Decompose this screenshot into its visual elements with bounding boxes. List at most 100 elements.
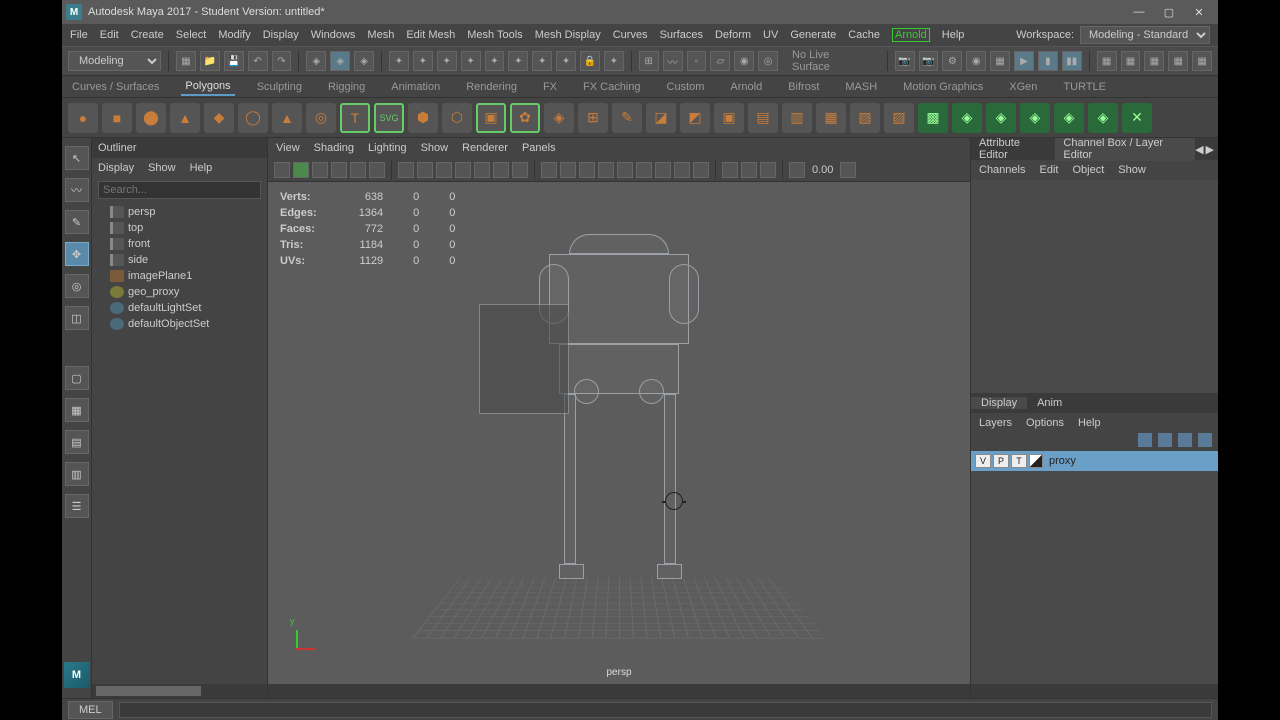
menu-help[interactable]: Help [942, 29, 965, 41]
poly-sphere-button[interactable]: ● [68, 103, 98, 133]
menu-mesh[interactable]: Mesh [367, 29, 394, 41]
sculpt4-button[interactable]: ◈ [1054, 103, 1084, 133]
tab-rigging[interactable]: Rigging [324, 79, 369, 95]
toggle-panel1-button[interactable]: ▦ [1097, 51, 1117, 71]
vp-lights-button[interactable] [598, 162, 614, 178]
tab-channel-box[interactable]: Channel Box / Layer Editor [1055, 138, 1195, 161]
tab-prev-icon[interactable]: ◀ [1195, 143, 1203, 156]
vp-exposure-button[interactable] [789, 162, 805, 178]
highlight-button[interactable]: ✦ [604, 51, 624, 71]
sculpt3-button[interactable]: ◈ [1020, 103, 1050, 133]
outliner-menu-display[interactable]: Display [98, 162, 134, 174]
layout-two-button[interactable]: ▤ [65, 430, 89, 454]
toggle-panel5-button[interactable]: ▦ [1192, 51, 1212, 71]
workspace-selector[interactable]: Modeling - Standard [1080, 26, 1210, 44]
close-button[interactable]: ✕ [1184, 2, 1214, 22]
tab-polygons[interactable]: Polygons [181, 78, 234, 96]
tab-next-icon[interactable]: ▶ [1206, 143, 1214, 156]
vp-shaded-button[interactable] [560, 162, 576, 178]
outliner-node-imageplane[interactable]: imagePlane1 [92, 268, 267, 284]
render-view-button[interactable]: ▦ [990, 51, 1010, 71]
tab-motiongraphics[interactable]: Motion Graphics [899, 79, 987, 95]
mask-surface-button[interactable]: ✦ [461, 51, 481, 71]
poly-svg-button[interactable]: SVG [374, 103, 404, 133]
ch-menu-channels[interactable]: Channels [979, 164, 1025, 176]
outliner-menu-help[interactable]: Help [190, 162, 213, 174]
sculpt2-button[interactable]: ◈ [986, 103, 1016, 133]
tab-display-layers[interactable]: Display [971, 397, 1027, 409]
new-scene-button[interactable]: ▦ [176, 51, 196, 71]
hypershade-button[interactable]: ◉ [966, 51, 986, 71]
poly-torus-button[interactable]: ◯ [238, 103, 268, 133]
vp-ao-button[interactable] [636, 162, 652, 178]
menu-meshtools[interactable]: Mesh Tools [467, 29, 522, 41]
redo-button[interactable]: ↷ [272, 51, 292, 71]
select-tool[interactable]: ↖ [65, 146, 89, 170]
menu-select[interactable]: Select [176, 29, 207, 41]
menu-editmesh[interactable]: Edit Mesh [406, 29, 455, 41]
mask-deform-button[interactable]: ✦ [485, 51, 505, 71]
script-language-toggle[interactable]: MEL [68, 701, 113, 719]
ch-menu-edit[interactable]: Edit [1039, 164, 1058, 176]
snap-point-button[interactable]: ◦ [687, 51, 707, 71]
extrude-button[interactable]: ▣ [714, 103, 744, 133]
separate-button[interactable]: ✎ [612, 103, 642, 133]
minimize-button[interactable]: — [1124, 2, 1154, 22]
tab-fxcaching[interactable]: FX Caching [579, 79, 644, 95]
insert-edge-button[interactable]: ▨ [884, 103, 914, 133]
render-settings-button[interactable]: ⚙ [942, 51, 962, 71]
rotate-tool[interactable]: ◎ [65, 274, 89, 298]
outliner-node-lightset[interactable]: defaultLightSet [92, 300, 267, 316]
menu-meshdisplay[interactable]: Mesh Display [535, 29, 601, 41]
vp-wireframe-button[interactable] [541, 162, 557, 178]
vp-field-chart-button[interactable] [474, 162, 490, 178]
move-layer-up-button[interactable] [1138, 433, 1152, 447]
menu-create[interactable]: Create [131, 29, 164, 41]
tab-attribute-editor[interactable]: Attribute Editor [971, 138, 1055, 161]
menu-modify[interactable]: Modify [218, 29, 250, 41]
toggle-panel4-button[interactable]: ▦ [1168, 51, 1188, 71]
outliner-scrollbar[interactable] [92, 684, 267, 698]
tab-rendering[interactable]: Rendering [462, 79, 521, 95]
select-hierarchy-button[interactable]: ◈ [306, 51, 326, 71]
menu-edit[interactable]: Edit [100, 29, 119, 41]
vp-bookmark-button[interactable] [312, 162, 328, 178]
vp-film-gate-button[interactable] [417, 162, 433, 178]
ch-menu-object[interactable]: Object [1072, 164, 1104, 176]
poly-cylinder-button[interactable]: ⬤ [136, 103, 166, 133]
tab-custom[interactable]: Custom [663, 79, 709, 95]
append-button[interactable]: ▧ [850, 103, 880, 133]
open-scene-button[interactable]: 📁 [200, 51, 220, 71]
tab-curves[interactable]: Curves / Surfaces [68, 79, 163, 95]
mirror-button[interactable]: ▩ [918, 103, 948, 133]
snap-live-button[interactable]: ◉ [734, 51, 754, 71]
layer-menu-help[interactable]: Help [1078, 417, 1101, 429]
poly-plane-button[interactable]: ◆ [204, 103, 234, 133]
vp-xray-button[interactable] [741, 162, 757, 178]
layer-proxy[interactable]: V P T proxy [971, 451, 1218, 471]
outliner-node-front[interactable]: front [92, 236, 267, 252]
mask-misc-button[interactable]: ✦ [556, 51, 576, 71]
poly-superellipse-button[interactable]: ▣ [476, 103, 506, 133]
snap-grid-button[interactable]: ⊞ [639, 51, 659, 71]
new-layer-selected-button[interactable] [1198, 433, 1212, 447]
vp-safe-title-button[interactable] [512, 162, 528, 178]
new-empty-layer-button[interactable] [1178, 433, 1192, 447]
vp-gamma-button[interactable] [840, 162, 856, 178]
ipr-button[interactable]: 📷 [919, 51, 939, 71]
combine-button[interactable]: ⊞ [578, 103, 608, 133]
poly-soccer-button[interactable]: ⬢ [408, 103, 438, 133]
vp-menu-renderer[interactable]: Renderer [462, 142, 508, 154]
poly-helix-button[interactable]: ◈ [544, 103, 574, 133]
vp-imageplane-button[interactable] [331, 162, 347, 178]
mask-render-button[interactable]: ✦ [532, 51, 552, 71]
outliner-node-objectset[interactable]: defaultObjectSet [92, 316, 267, 332]
tab-mash[interactable]: MASH [841, 79, 881, 95]
vp-lock-camera-button[interactable] [293, 162, 309, 178]
mode-selector[interactable]: Modeling [68, 51, 161, 71]
make-live-button[interactable]: ◎ [758, 51, 778, 71]
maximize-button[interactable]: ▢ [1154, 2, 1184, 22]
vp-dof-button[interactable] [674, 162, 690, 178]
mask-handle-button[interactable]: ✦ [389, 51, 409, 71]
vp-menu-panels[interactable]: Panels [522, 142, 556, 154]
